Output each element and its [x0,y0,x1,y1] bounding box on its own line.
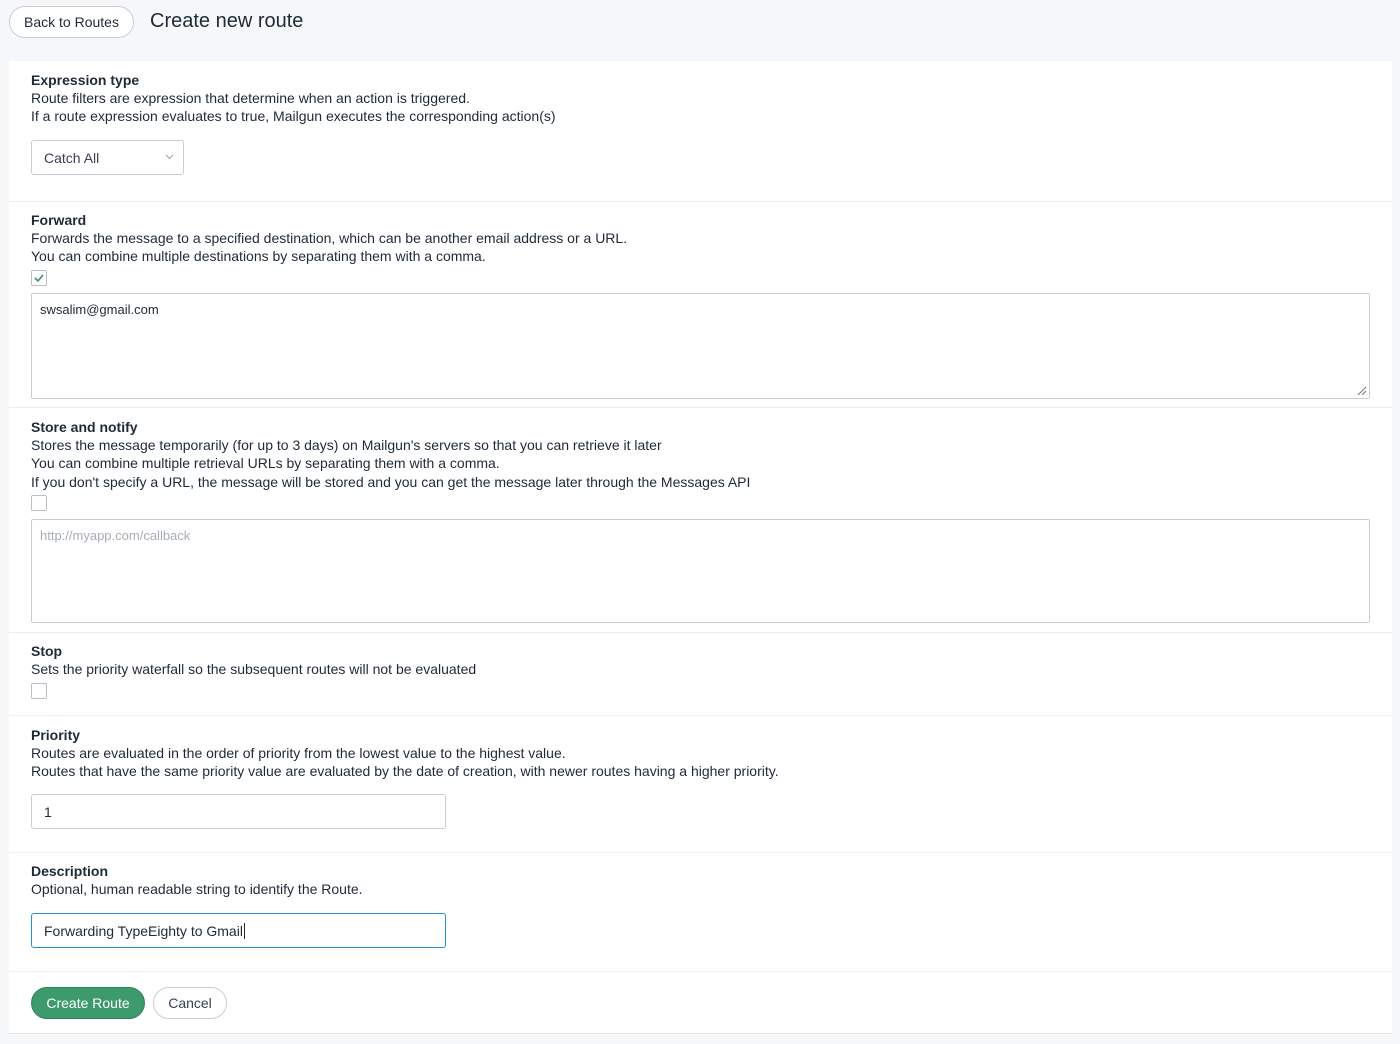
store-notify-url-textarea[interactable]: http://myapp.com/callback [31,519,1370,623]
store-notify-description: Stores the message temporarily (for up t… [31,437,662,453]
text-caret [243,922,245,939]
forward-checkbox[interactable] [31,270,47,286]
chevron-down-icon [165,154,174,160]
resize-handle-icon[interactable] [1357,386,1367,396]
store-notify-section: Store and notify Stores the message temp… [9,408,1392,633]
expression-type-section: Expression type Route filters are expres… [9,61,1392,202]
description-help-text: Optional, human readable string to ident… [31,881,363,897]
stop-checkbox[interactable] [31,683,47,699]
priority-input[interactable]: 1 [31,794,446,829]
priority-section: Priority Routes are evaluated in the ord… [9,716,1392,853]
store-notify-description-2: You can combine multiple retrieval URLs … [31,455,500,471]
back-to-routes-button[interactable]: Back to Routes [9,6,134,38]
priority-description-2: Routes that have the same priority value… [31,763,779,779]
forward-description: Forwards the message to a specified dest… [31,230,628,246]
stop-section: Stop Sets the priority waterfall so the … [9,633,1392,716]
checkmark-icon [34,274,44,283]
store-notify-label: Store and notify [31,419,138,435]
stop-label: Stop [31,643,63,659]
forward-destination-value: swsalim@gmail.com [40,302,159,317]
description-section: Description Optional, human readable str… [9,853,1392,972]
expression-type-value: Catch All [44,149,100,166]
forward-label: Forward [31,212,87,228]
store-notify-url-placeholder: http://myapp.com/callback [40,528,191,543]
top-bar: Back to Routes Create new route [0,0,1400,48]
expression-type-label: Expression type [31,72,140,88]
priority-label: Priority [31,727,81,743]
store-notify-description-3: If you don't specify a URL, the message … [31,474,751,490]
forward-section: Forward Forwards the message to a specif… [9,202,1392,408]
expression-type-description-2: If a route expression evaluates to true,… [31,108,556,124]
expression-type-description: Route filters are expression that determ… [31,90,470,106]
description-label: Description [31,863,109,879]
stop-description: Sets the priority waterfall so the subse… [31,661,477,677]
description-value: Forwarding TypeEighty to Gmail [44,922,243,939]
store-notify-checkbox[interactable] [31,495,47,511]
route-form: Expression type Route filters are expres… [9,61,1392,1034]
cancel-button[interactable]: Cancel [153,987,227,1019]
description-input[interactable]: Forwarding TypeEighty to Gmail [31,913,446,948]
create-route-button[interactable]: Create Route [31,987,145,1019]
priority-description: Routes are evaluated in the order of pri… [31,745,566,761]
page-title: Create new route [150,10,304,32]
forward-destination-textarea[interactable]: swsalim@gmail.com [31,293,1370,399]
expression-type-select[interactable]: Catch All [31,140,184,175]
priority-value: 1 [44,803,52,820]
forward-description-2: You can combine multiple destinations by… [31,248,486,264]
